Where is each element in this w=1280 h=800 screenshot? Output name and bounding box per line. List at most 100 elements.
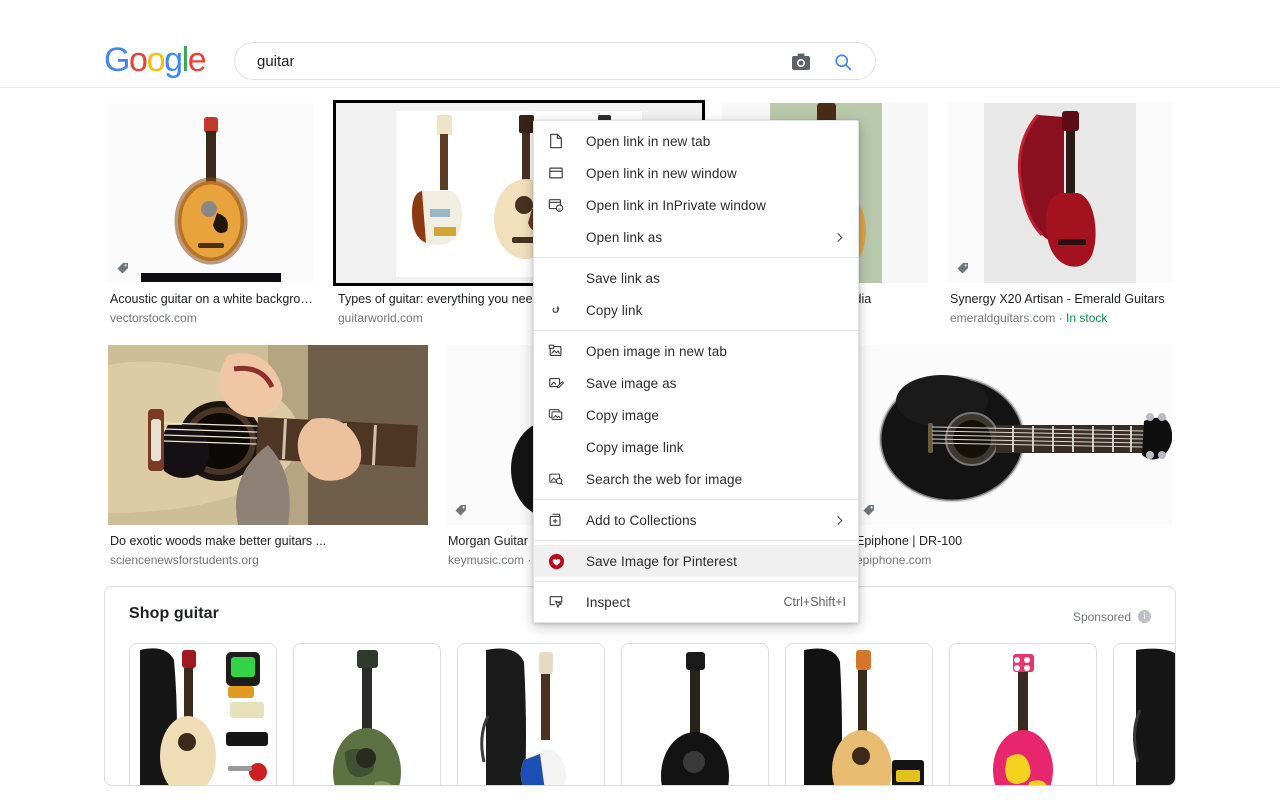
sponsored-label: Sponsored — [1072, 610, 1131, 624]
context-menu-group: Open link in new tab Open link in new wi… — [534, 125, 858, 253]
result-thumbnail[interactable] — [854, 345, 1172, 525]
image-result-tile[interactable]: Epiphone | DR-100 epiphone.com — [854, 345, 1172, 567]
menu-item-label: Copy link — [586, 302, 643, 318]
result-source-domain: keymusic.com · — [448, 553, 532, 567]
info-icon[interactable]: i — [1138, 610, 1151, 623]
menu-item-label: Open link in new window — [586, 165, 737, 181]
context-menu-group: Inspect Ctrl+Shift+I — [534, 586, 858, 618]
menu-item-label: Save Image for Pinterest — [586, 553, 737, 569]
price-tag-icon — [454, 503, 468, 517]
shop-product-card[interactable] — [1113, 643, 1175, 785]
menu-item-inspect[interactable]: Inspect Ctrl+Shift+I — [534, 586, 858, 618]
image-result-tile[interactable]: Do exotic woods make better guitars ... … — [108, 345, 428, 567]
menu-item-shortcut: Ctrl+Shift+I — [783, 595, 846, 609]
menu-item-search-web-for-image[interactable]: Search the web for image — [534, 463, 858, 495]
menu-item-add-to-collections[interactable]: Add to Collections — [534, 504, 858, 536]
page-header: Google — [0, 0, 1280, 88]
shop-product-card[interactable] — [293, 643, 441, 785]
menu-item-label: Copy image — [586, 407, 660, 423]
menu-item-open-link-inprivate[interactable]: e Open link in InPrivate window — [534, 189, 858, 221]
menu-item-copy-link[interactable]: Copy link — [534, 294, 858, 326]
menu-item-label: Open image in new tab — [586, 343, 727, 359]
shop-product-card[interactable] — [949, 643, 1097, 785]
shop-product-card[interactable] — [457, 643, 605, 785]
shop-product-image — [1114, 644, 1175, 785]
menu-item-label: Save link as — [586, 270, 660, 286]
result-source-domain: epiphone.com — [856, 553, 932, 567]
logo-letter-g: g — [164, 41, 183, 79]
black-bag-guitar-icon — [1114, 644, 1175, 785]
menu-item-open-link-new-window[interactable]: Open link in new window — [534, 157, 858, 189]
search-input[interactable] — [255, 43, 785, 79]
result-source: vectorstock.com — [110, 310, 197, 326]
price-tag-icon — [862, 503, 876, 517]
result-source: keymusic.com · — [448, 552, 531, 568]
shop-module-title: Shop guitar — [129, 605, 219, 622]
menu-separator — [534, 499, 858, 500]
menu-item-copy-image[interactable]: Copy image — [534, 399, 858, 431]
emerald-red-icon — [948, 103, 1172, 283]
result-thumbnail[interactable] — [108, 345, 428, 525]
shop-product-image — [622, 644, 768, 785]
price-tag-icon — [116, 261, 130, 275]
result-source-domain: guitarworld.com — [338, 311, 423, 325]
result-thumbnail[interactable] — [948, 103, 1172, 283]
menu-item-open-link-new-tab[interactable]: Open link in new tab — [534, 125, 858, 157]
camera-icon[interactable] — [791, 52, 811, 71]
menu-item-copy-image-link[interactable]: Copy image link — [534, 431, 858, 463]
shop-product-image — [458, 644, 604, 785]
google-logo[interactable]: Google — [104, 41, 207, 79]
context-menu-group: Add to Collections — [534, 504, 858, 536]
save-image-icon — [546, 373, 566, 393]
search-image-icon — [546, 469, 566, 489]
pinterest-icon — [546, 551, 566, 571]
menu-separator — [534, 540, 858, 541]
browser-context-menu[interactable]: Open link in new tab Open link in new wi… — [533, 120, 859, 623]
collections-icon — [546, 510, 566, 530]
search-icon[interactable] — [833, 52, 853, 72]
epiphone-black-icon — [854, 345, 1172, 525]
result-thumbnail[interactable] — [108, 103, 314, 283]
new-tab-icon — [546, 131, 566, 151]
acoustic-sunburst-icon — [108, 103, 314, 283]
result-source: guitarworld.com — [338, 310, 423, 326]
logo-letter-o2: o — [146, 41, 166, 79]
menu-separator — [534, 581, 858, 582]
menu-separator — [534, 257, 858, 258]
kit-natural-classical-icon — [130, 644, 276, 785]
result-caption[interactable]: Do exotic woods make better guitars ... — [110, 533, 430, 550]
menu-item-save-image-for-pinterest[interactable]: Save Image for Pinterest — [534, 545, 858, 577]
shop-product-card[interactable] — [785, 643, 933, 785]
menu-item-open-link-as[interactable]: Open link as — [534, 221, 858, 253]
menu-item-label: Inspect — [586, 594, 631, 610]
copy-link-icon — [546, 300, 566, 320]
result-source: epiphone.com — [856, 552, 931, 568]
shop-product-image — [950, 644, 1096, 785]
image-result-tile[interactable]: Acoustic guitar on a white backgro… vect… — [108, 103, 314, 325]
menu-item-save-image-as[interactable]: Save image as — [534, 367, 858, 399]
google-images-page: Google guitar Acoustic guitar on a white… — [0, 0, 1280, 800]
result-source-domain: vectorstock.com — [110, 311, 197, 325]
menu-item-label: Open link in new tab — [586, 133, 711, 149]
context-menu-group: Save link as Copy link — [534, 262, 858, 326]
shop-product-card[interactable] — [129, 643, 277, 785]
open-image-icon — [546, 341, 566, 361]
menu-item-open-image-new-tab[interactable]: Open image in new tab — [534, 335, 858, 367]
inspect-icon — [546, 592, 566, 612]
chevron-right-icon — [832, 515, 846, 526]
result-caption[interactable]: Epiphone | DR-100 — [856, 533, 1174, 550]
menu-item-label: Save image as — [586, 375, 677, 391]
result-source: emeraldguitars.com · In stock — [950, 310, 1107, 326]
player-hands-icon — [108, 345, 428, 525]
menu-item-save-link-as[interactable]: Save link as — [534, 262, 858, 294]
logo-letter-G: G — [104, 41, 130, 79]
result-caption[interactable]: Acoustic guitar on a white backgro… — [110, 291, 316, 308]
image-result-tile[interactable]: Synergy X20 Artisan - Emerald Guitars em… — [948, 103, 1172, 325]
shop-product-image — [130, 644, 276, 785]
result-source-domain: sciencenewsforstudents.org — [110, 553, 259, 567]
result-caption[interactable]: Synergy X20 Artisan - Emerald Guitars — [950, 291, 1174, 308]
blank-icon — [546, 437, 566, 457]
shop-product-card[interactable] — [621, 643, 769, 785]
search-box[interactable] — [234, 42, 876, 80]
context-menu-group: Save Image for Pinterest — [534, 545, 858, 577]
